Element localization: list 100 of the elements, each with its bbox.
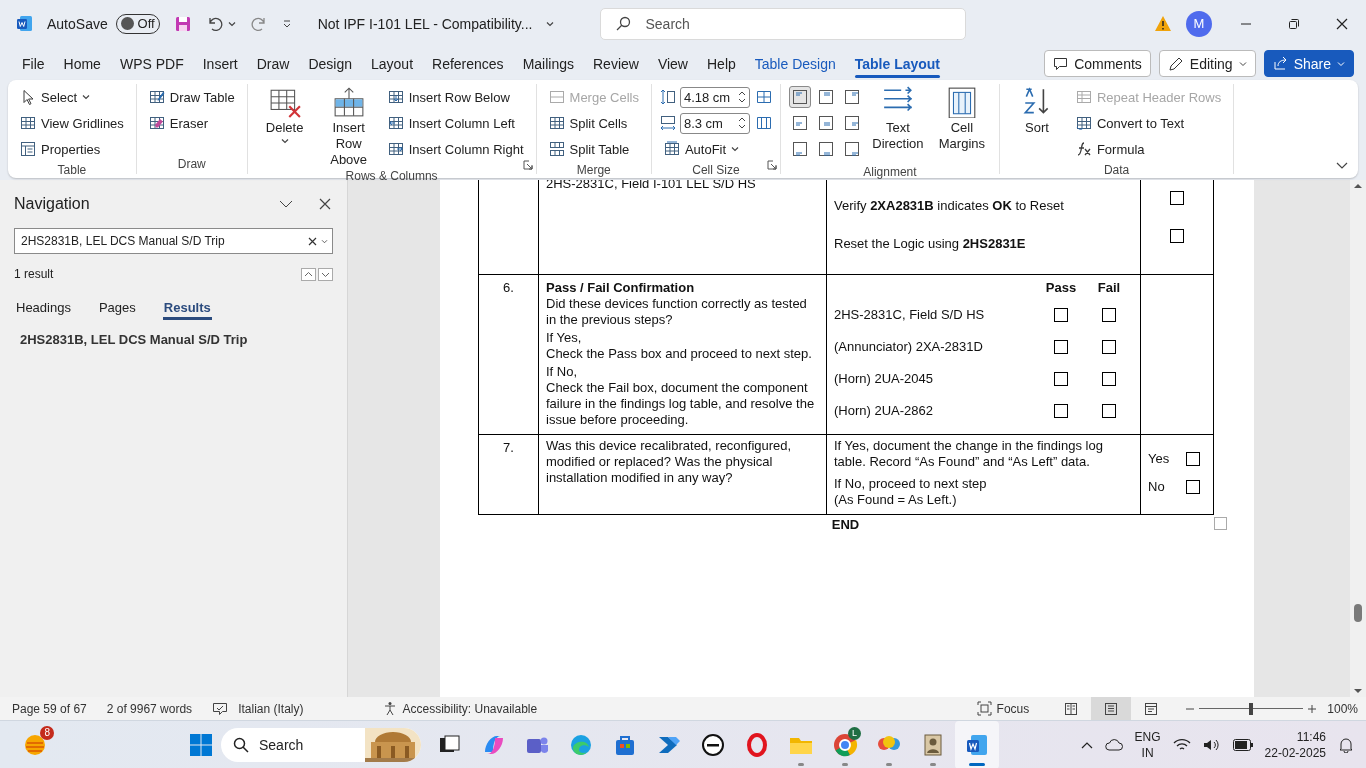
app-icon[interactable] [16,15,33,32]
save-icon[interactable] [173,14,192,33]
share-button[interactable]: Share [1263,50,1354,77]
volume-icon[interactable] [1202,737,1221,752]
previous-result-icon[interactable] [301,267,316,281]
ribbon-button[interactable]: Draw Table [144,84,239,110]
zoom-level[interactable]: 100% [1327,701,1358,716]
ribbon-button[interactable]: Cell Margins [932,84,991,164]
ribbon-button[interactable]: Insert Row Above [319,84,378,168]
cloud-icon[interactable] [1104,737,1123,752]
chevron-down-icon[interactable] [279,200,293,208]
pane-tab[interactable]: Results [163,294,211,320]
pane-tab[interactable]: Headings [16,294,71,320]
collapse-icon[interactable] [1336,162,1348,170]
checkbox[interactable] [1054,372,1068,386]
clock[interactable]: 11:46 22-02-2025 [1264,728,1326,761]
ribbon-tab[interactable]: Review [593,47,639,80]
checkbox[interactable] [1102,372,1116,386]
circle-logo-icon[interactable] [832,731,858,758]
ribbon-button[interactable]: Insert Row Below [383,84,528,110]
ribbon-button[interactable]: Convert to Text [1071,110,1226,136]
distribute-columns-icon[interactable] [755,115,772,131]
ribbon-button[interactable]: Split Cells [544,110,643,136]
document-title[interactable]: Not IPF I-101 LEL - Compatibility... [317,15,533,32]
size-field[interactable]: 4.18 cm [679,86,750,108]
ribbon-button[interactable]: Insert Column Right [383,136,528,162]
ribbon-tab[interactable]: Help [707,47,736,80]
ribbon-tab[interactable]: Table Design [754,47,836,80]
word-count[interactable]: 2 of 9967 words [106,701,193,716]
focus-icon[interactable] [976,701,992,716]
search-field[interactable]: Search [221,727,421,762]
zoom-in-icon[interactable] [1307,703,1318,714]
ribbon-tab[interactable]: Layout [371,47,414,80]
ribbon-button[interactable]: Text Direction [868,84,927,164]
start-icon[interactable] [189,732,213,757]
comments-button[interactable]: Comments [1044,50,1151,77]
page-count[interactable]: Page 59 of 67 [12,701,87,716]
customize-icon[interactable] [281,18,292,29]
search-field[interactable]: 2HS2831B, LEL DCS Manual S/D Trip [14,228,333,254]
focus-label[interactable]: Focus [996,701,1030,716]
scroll-up-icon[interactable] [1353,182,1363,190]
ribbon-tab[interactable]: References [432,47,504,80]
spinner-arrows-icon[interactable] [737,116,746,130]
accessibility-status[interactable]: Accessibility: Unavailable [402,701,538,716]
ribbon-button[interactable]: Eraser [144,110,239,136]
checkbox[interactable] [1186,452,1200,466]
ribbon-button[interactable]: Sort [1007,84,1066,162]
close-icon[interactable] [319,198,331,210]
view-button[interactable] [1091,697,1132,720]
checkbox[interactable] [1170,191,1184,205]
scroll-down-icon[interactable] [1353,687,1363,695]
ribbon-button[interactable]: AutoFit [659,136,750,162]
scrollbar-thumb[interactable] [1354,604,1362,622]
launcher-icon[interactable] [522,160,533,170]
restore-icon[interactable] [1288,17,1300,30]
checkbox[interactable] [1054,404,1068,418]
checkbox[interactable] [1054,308,1068,322]
ribbon-button[interactable]: Delete [255,84,314,168]
distribute-rows-icon[interactable] [755,89,772,105]
checkbox[interactable] [1102,404,1116,418]
spinner-arrows-icon[interactable] [737,90,746,104]
search-result[interactable]: 2HS2831B, LEL DCS Manual S/D Trip [14,332,333,347]
ribbon-tab[interactable]: Draw [256,47,290,80]
scrollbar[interactable] [1350,180,1366,697]
ribbon-button[interactable]: Split Table [544,136,643,162]
ribbon-tab[interactable]: WPS PDF [119,47,184,80]
proofing-icon[interactable] [212,701,229,716]
clear-icon[interactable] [308,236,317,246]
ribbon-button[interactable]: Formula [1071,136,1226,162]
ribbon-tab[interactable]: File [22,47,45,80]
ribbon-button[interactable]: Insert Column Left [383,110,528,136]
align-button[interactable] [788,86,811,108]
language-label[interactable]: Italian (Italy) [238,701,304,716]
checkbox[interactable] [1102,308,1116,322]
search-field[interactable]: Search [600,7,967,40]
ribbon-tab[interactable]: View [657,47,688,80]
checkbox[interactable] [1102,340,1116,354]
ribbon-tab[interactable]: Home [63,47,101,80]
ribbon-tab[interactable]: Insert [202,47,238,80]
ring-icon[interactable] [700,731,726,758]
ribbon-button[interactable]: Properties [16,136,128,162]
ribbon-tab[interactable]: Mailings [522,47,574,80]
chevron-up-icon[interactable] [1080,740,1093,749]
bell-icon[interactable] [1338,736,1354,753]
ribbon-button[interactable]: Select [16,84,128,110]
size-field[interactable]: 8.3 cm [679,112,750,134]
editing-button[interactable]: Editing [1158,50,1256,77]
table-resize-handle[interactable] [1214,517,1227,530]
next-result-icon[interactable] [318,267,333,281]
warning-icon[interactable] [1154,15,1172,32]
caret-icon[interactable] [321,238,328,244]
checkbox[interactable] [1186,480,1200,494]
ribbon-button[interactable]: View Gridlines [16,110,128,136]
checkbox[interactable] [1054,340,1068,354]
pane-tab[interactable]: Pages [98,294,136,320]
account-avatar[interactable]: M [1186,10,1212,37]
launcher-icon[interactable] [766,160,777,170]
ribbon-tab[interactable]: Table Layout [854,47,941,80]
input-language[interactable]: ENG IN [1134,728,1161,761]
close-icon[interactable] [1336,17,1348,30]
